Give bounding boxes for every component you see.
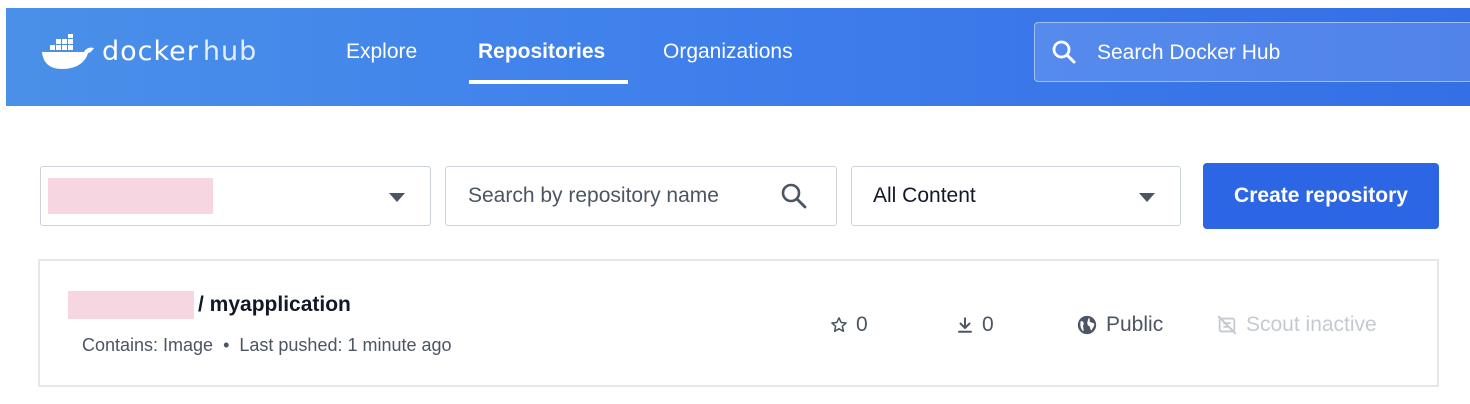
brand-word-hub: hub [202,36,258,67]
contains-label: Contains: Image [82,335,214,355]
meta-separator: • [223,335,230,355]
brand-word-docker: docker [102,36,199,67]
nav-organizations[interactable]: Organizations [663,38,793,66]
last-pushed-label: Last pushed: 1 minute ago [239,335,452,355]
create-repository-button[interactable]: Create repository [1203,163,1439,229]
star-count-value: 0 [856,313,868,336]
content-filter-value: All Content [873,184,976,207]
docker-whale-icon [42,34,94,69]
nav-repositories[interactable]: Repositories [478,38,605,66]
star-count: 0 [830,311,868,339]
brand-wordmark: docker hub [102,32,257,72]
repository-search-placeholder: Search by repository name [468,184,719,207]
nav-explore[interactable]: Explore [346,38,417,66]
global-search-placeholder: Search Docker Hub [1097,41,1281,64]
active-tab-indicator [469,80,628,84]
redacted-namespace [48,178,213,214]
redacted-owner-name [68,291,194,319]
repository-search-input[interactable]: Search by repository name [445,166,837,226]
namespace-select[interactable] [40,166,431,226]
visibility-badge: Public [1076,311,1163,339]
repository-list-item[interactable]: / myapplication Contains: Image • Last pus… [38,259,1439,387]
search-icon [781,183,807,209]
scout-disabled-icon [1217,315,1237,335]
globe-icon [1077,315,1097,335]
visibility-label: Public [1106,313,1164,336]
download-icon [958,317,972,333]
chevron-down-icon [1139,193,1155,202]
repository-meta: Contains: Image • Last pushed: 1 minute ag… [82,333,452,357]
top-navigation-bar: docker hub Explore Repositories Organizat… [6,8,1470,106]
content-filter-select[interactable]: All Content [851,166,1181,226]
pull-count: 0 [956,311,994,339]
global-search-input[interactable]: Search Docker Hub [1034,22,1470,82]
scout-status: Scout inactive [1216,311,1377,339]
pull-count-value: 0 [982,313,994,336]
docker-hub-logo[interactable]: docker hub [40,32,257,72]
star-icon [831,317,847,333]
scout-status-label: Scout inactive [1246,313,1377,336]
repository-name[interactable]: / myapplication [198,291,351,319]
search-icon [1052,40,1076,64]
chevron-down-icon [389,193,405,202]
